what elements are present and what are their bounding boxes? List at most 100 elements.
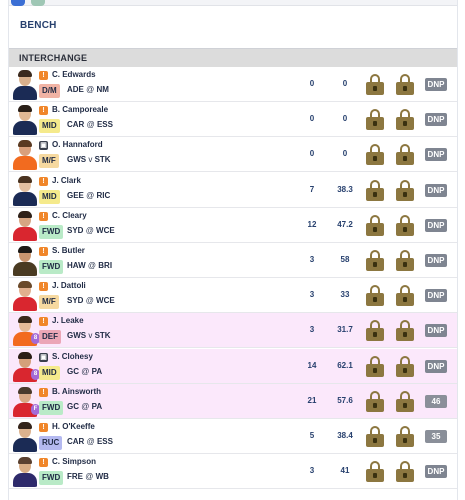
orange-note-icon[interactable]: ! — [39, 176, 48, 186]
player-name[interactable]: C. Cleary — [52, 211, 87, 220]
orange-note-icon[interactable]: ! — [39, 282, 48, 292]
fixture-separator: v — [88, 155, 93, 165]
previous-row-edge — [9, 0, 457, 6]
team-code: GWS — [67, 155, 87, 165]
player-row[interactable]: ! F B. Ainsworth FWD GC @ PA 21 57.6 46 — [9, 383, 457, 419]
stat-value-1: 3 — [309, 325, 315, 335]
player-name[interactable]: J. Clark — [52, 176, 81, 185]
stat-value-2: 62.1 — [337, 360, 353, 370]
lock-icon[interactable] — [366, 390, 384, 412]
opponent-code: PA — [91, 366, 103, 376]
team-code: CAR — [67, 120, 85, 130]
lock-icon[interactable] — [366, 214, 384, 236]
stat-value-1: 3 — [309, 466, 315, 476]
lock-icon[interactable] — [396, 461, 414, 483]
player-row[interactable]: ! 8 J. Leake DEF GWS v STK 3 31.7 DNP — [9, 313, 457, 349]
lock-icon[interactable] — [366, 109, 384, 131]
player-name[interactable]: O. Hannaford — [52, 140, 103, 149]
orange-note-icon[interactable]: ! — [39, 71, 48, 80]
camera-icon[interactable]: ▣ — [39, 352, 48, 362]
lock-icon[interactable] — [366, 285, 384, 307]
player-avatar[interactable] — [12, 139, 38, 171]
player-name[interactable]: S. Clohesy — [52, 352, 93, 361]
orange-note-icon[interactable]: ! — [39, 106, 48, 116]
stat-value-1: 3 — [309, 290, 315, 300]
opponent-code: ESS — [96, 437, 113, 446]
player-avatar[interactable] — [12, 280, 38, 312]
position-badge: M/F — [39, 154, 59, 169]
orange-note-icon[interactable]: ! — [39, 247, 48, 256]
position-badge: M/F — [39, 295, 59, 310]
lock-icon[interactable] — [366, 74, 384, 95]
player-row[interactable]: ! S. Butler FWD HAW @ BRI 3 58 DNP — [9, 243, 457, 278]
player-name[interactable]: H. O'Keeffe — [52, 422, 95, 431]
lock-icon[interactable] — [396, 214, 414, 236]
stat-value-2: 0 — [342, 149, 348, 159]
lock-icon[interactable] — [366, 355, 384, 377]
orange-note-icon[interactable]: ! — [39, 458, 48, 468]
orange-note-icon[interactable]: ! — [39, 387, 48, 397]
orange-note-icon[interactable]: ! — [39, 423, 48, 432]
stat-value-2: 57.6 — [337, 395, 353, 405]
camera-icon[interactable]: ▣ — [39, 141, 48, 151]
stat-value-2: 38.3 — [337, 184, 353, 194]
player-avatar[interactable] — [12, 175, 38, 206]
player-avatar[interactable] — [12, 69, 38, 100]
team-code: FRE — [67, 472, 83, 482]
player-name[interactable]: B. Camporeale — [52, 105, 108, 114]
team-code: GEE — [67, 190, 84, 200]
team-code: SYD — [67, 296, 84, 306]
player-avatar[interactable] — [12, 421, 38, 452]
lock-icon[interactable] — [396, 426, 414, 447]
player-avatar[interactable] — [12, 104, 38, 136]
opponent-code: ESS — [96, 120, 113, 130]
player-name[interactable]: J. Leake — [52, 316, 84, 325]
player-row[interactable]: ! J. Clark MID GEE @ RIC 7 38.3 DNP — [9, 172, 457, 208]
player-name[interactable]: C. Edwards — [52, 70, 96, 79]
stat-value-2: 0 — [342, 114, 348, 124]
lock-icon[interactable] — [396, 320, 414, 342]
player-row[interactable]: ! C. Edwards D/M ADE @ NM 0 0 DNP — [9, 67, 457, 102]
lock-icon[interactable] — [396, 390, 414, 412]
player-row[interactable]: ! J. Dattoli M/F SYD @ WCE 3 33 DNP — [9, 278, 457, 314]
player-row[interactable]: ! C. Cleary FWD SYD @ WCE 12 47.2 DNP — [9, 207, 457, 243]
lock-icon[interactable] — [366, 461, 384, 483]
player-name[interactable]: B. Ainsworth — [52, 387, 101, 396]
lock-icon[interactable] — [366, 250, 384, 271]
player-name[interactable]: S. Butler — [52, 246, 85, 255]
player-avatar[interactable] — [12, 245, 38, 276]
team-code: SYD — [67, 225, 84, 235]
lock-icon[interactable] — [396, 285, 414, 307]
score-badge: DNP — [425, 359, 447, 373]
lock-icon[interactable] — [366, 426, 384, 447]
lock-icon[interactable] — [366, 320, 384, 342]
player-avatar[interactable] — [12, 456, 38, 488]
lock-icon[interactable] — [366, 144, 384, 166]
lock-icon[interactable] — [396, 250, 414, 271]
fixture-separator: @ — [81, 401, 90, 411]
player-row[interactable]: ▣ O. Hannaford M/F GWS v STK 0 0 DNP — [9, 137, 457, 173]
lock-icon[interactable] — [396, 74, 414, 95]
lock-icon[interactable] — [396, 179, 414, 201]
lock-icon[interactable] — [366, 179, 384, 201]
player-row[interactable]: ▣ 8 S. Clohesy MID GC @ PA 14 62.1 DNP — [9, 348, 457, 384]
avatar-fragment — [11, 0, 25, 6]
player-name[interactable]: J. Dattoli — [52, 281, 86, 290]
interchange-header: INTERCHANGE — [9, 48, 457, 67]
stat-value-1: 0 — [309, 79, 315, 88]
player-avatar[interactable] — [12, 210, 38, 241]
lock-icon[interactable] — [396, 355, 414, 377]
orange-note-icon[interactable]: ! — [39, 317, 48, 327]
player-row[interactable]: ! B. Camporeale MID CAR @ ESS 0 0 DNP — [9, 102, 457, 138]
opponent-code: WCE — [96, 296, 115, 306]
player-name[interactable]: C. Simpson — [52, 457, 96, 466]
position-badge: D/M — [39, 84, 60, 98]
orange-note-icon[interactable]: ! — [39, 211, 48, 221]
position-badge: FWD — [39, 224, 64, 239]
player-row[interactable]: ! C. Simpson FWD FRE @ WB 3 41 DNP — [9, 454, 457, 490]
lock-icon[interactable] — [396, 144, 414, 166]
fixture-separator: @ — [86, 85, 95, 94]
player-row[interactable]: ! H. O'Keeffe RUC CAR @ ESS 5 38.4 35 — [9, 419, 457, 454]
fixture-text: GC @ PA — [67, 402, 102, 411]
lock-icon[interactable] — [396, 109, 414, 131]
